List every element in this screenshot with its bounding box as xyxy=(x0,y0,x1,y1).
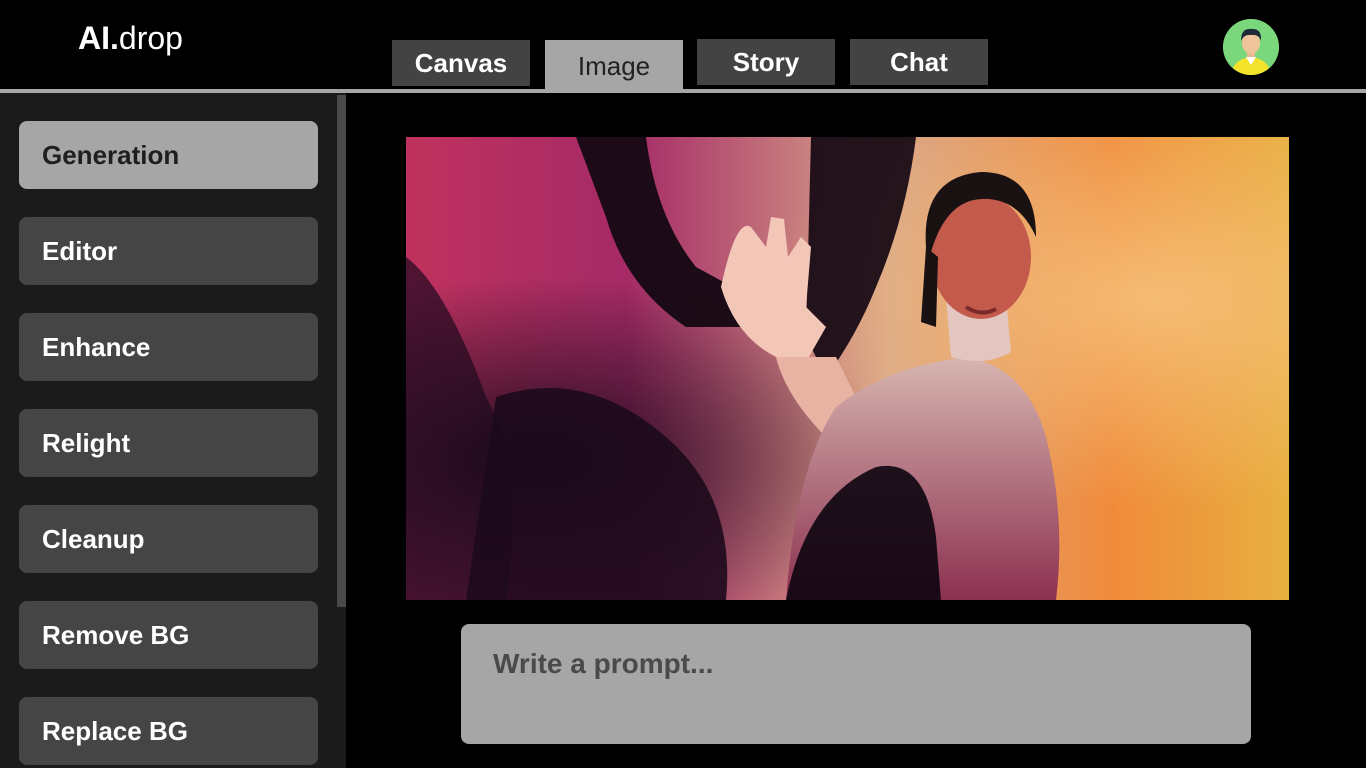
sidebar-item-replace-bg[interactable]: Replace BG xyxy=(19,697,318,765)
top-bar: AI.drop Canvas Image Story Chat xyxy=(0,0,1366,93)
sidebar-item-label: Remove BG xyxy=(42,619,190,650)
generated-image-art xyxy=(406,137,1289,600)
tab-label: Canvas xyxy=(414,47,508,78)
sidebar-item-relight[interactable]: Relight xyxy=(19,409,318,477)
generated-image[interactable] xyxy=(406,137,1289,600)
sidebar-item-label: Cleanup xyxy=(42,523,145,554)
sidebar-item-label: Editor xyxy=(42,235,118,266)
sidebar-item-label: Enhance xyxy=(42,331,151,362)
sidebar-item-enhance[interactable]: Enhance xyxy=(19,313,318,381)
app-logo[interactable]: AI.drop xyxy=(78,20,183,56)
tab-label: Chat xyxy=(890,46,948,77)
sidebar-item-cleanup[interactable]: Cleanup xyxy=(19,505,318,573)
sidebar-scroll-thumb[interactable] xyxy=(337,95,346,607)
sidebar-item-editor[interactable]: Editor xyxy=(19,217,318,285)
prompt-input[interactable] xyxy=(461,624,1251,744)
sidebar-item-remove-bg[interactable]: Remove BG xyxy=(19,601,318,669)
logo-bold: AI. xyxy=(78,20,119,56)
avatar-illustration xyxy=(1223,19,1279,75)
tab-story[interactable]: Story xyxy=(697,39,835,85)
sidebar-scrollbar[interactable] xyxy=(337,95,346,768)
sidebar-item-label: Relight xyxy=(42,427,131,458)
logo-light: drop xyxy=(118,20,183,56)
tab-image[interactable]: Image xyxy=(545,40,683,92)
user-avatar-icon[interactable] xyxy=(1223,19,1279,75)
sidebar-item-generation[interactable]: Generation xyxy=(19,121,318,189)
sidebar-item-label: Replace BG xyxy=(42,715,188,746)
tab-label: Story xyxy=(732,46,800,77)
app-window: AI.drop Canvas Image Story Chat Generati… xyxy=(0,0,1366,768)
tab-chat[interactable]: Chat xyxy=(850,39,988,85)
sidebar-item-label: Generation xyxy=(42,139,180,170)
tab-canvas[interactable]: Canvas xyxy=(392,40,530,86)
tab-label: Image xyxy=(577,50,651,81)
sidebar: Generation Editor Enhance Relight Cleanu… xyxy=(0,93,346,768)
